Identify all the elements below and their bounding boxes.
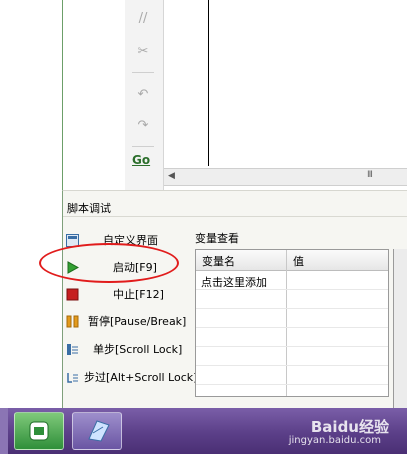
column-divider[interactable] bbox=[286, 250, 287, 396]
taskbar-edge bbox=[0, 408, 8, 454]
app-green-icon bbox=[29, 421, 49, 441]
step-button[interactable]: 单步[Scroll Lock] bbox=[66, 339, 182, 359]
toolbar-separator bbox=[132, 72, 154, 73]
stop-label: 中止[F12] bbox=[113, 288, 164, 301]
step-icon bbox=[66, 343, 79, 356]
toolbar-separator bbox=[132, 146, 154, 147]
panel-title: 脚本调试 bbox=[67, 202, 111, 215]
row-line bbox=[196, 346, 388, 347]
step-label: 单步[Scroll Lock] bbox=[93, 343, 183, 356]
taskbar-app-green[interactable] bbox=[14, 412, 64, 450]
highlight-annotation bbox=[39, 243, 179, 283]
col-variable-name[interactable]: 变量名 bbox=[202, 253, 235, 269]
comment-icon[interactable]: // bbox=[133, 9, 153, 27]
uncomment-icon[interactable]: ✂ bbox=[133, 42, 153, 60]
app-blue-icon bbox=[85, 419, 111, 443]
horizontal-scrollbar[interactable]: ◀ III bbox=[164, 168, 407, 186]
col-value[interactable]: 值 bbox=[293, 253, 304, 269]
title-divider bbox=[63, 216, 407, 217]
watermark: Baidu经验 bbox=[310, 418, 389, 436]
editor-margin-line bbox=[208, 0, 209, 166]
stop-icon bbox=[66, 288, 79, 301]
undo-icon[interactable]: ↶ bbox=[133, 85, 153, 103]
editor-side-toolbar: // ✂ ↶ ↷ Go bbox=[125, 0, 164, 190]
scroll-grip[interactable]: III bbox=[367, 170, 373, 180]
row-line bbox=[196, 308, 388, 309]
row-line bbox=[196, 365, 388, 366]
step-over-icon bbox=[66, 371, 79, 384]
watermark-url: jingyan.baidu.com bbox=[288, 435, 381, 446]
go-button[interactable]: Go bbox=[132, 153, 150, 167]
step-over-label: 步过[Alt+Scroll Lock] bbox=[84, 371, 198, 384]
variable-watch-table[interactable]: 变量名 值 点击这里添加 bbox=[195, 249, 389, 397]
pause-icon bbox=[66, 315, 79, 328]
stop-button[interactable]: 中止[F12] bbox=[66, 284, 164, 304]
add-variable-row[interactable]: 点击这里添加 bbox=[201, 274, 267, 290]
taskbar-app-blue[interactable] bbox=[72, 412, 122, 450]
pause-label: 暂停[Pause/Break] bbox=[88, 315, 187, 328]
left-border bbox=[62, 0, 63, 190]
watch-title: 变量查看 bbox=[195, 232, 239, 245]
script-debug-panel: 脚本调试 自定义界面 启动[F9] 中止[F12] 暂停[Pause/Break… bbox=[62, 190, 407, 409]
code-editor[interactable] bbox=[164, 0, 407, 168]
taskbar: Baidu经验 jingyan.baidu.com bbox=[0, 408, 407, 454]
step-over-button[interactable]: 步过[Alt+Scroll Lock] bbox=[66, 367, 197, 387]
scroll-left-icon[interactable]: ◀ bbox=[168, 171, 175, 181]
pause-button[interactable]: 暂停[Pause/Break] bbox=[66, 311, 186, 331]
row-line bbox=[196, 327, 388, 328]
redo-icon[interactable]: ↷ bbox=[133, 116, 153, 134]
row-line bbox=[196, 384, 388, 385]
watch-table-header: 变量名 值 bbox=[196, 250, 388, 271]
right-side-pane bbox=[393, 249, 407, 409]
